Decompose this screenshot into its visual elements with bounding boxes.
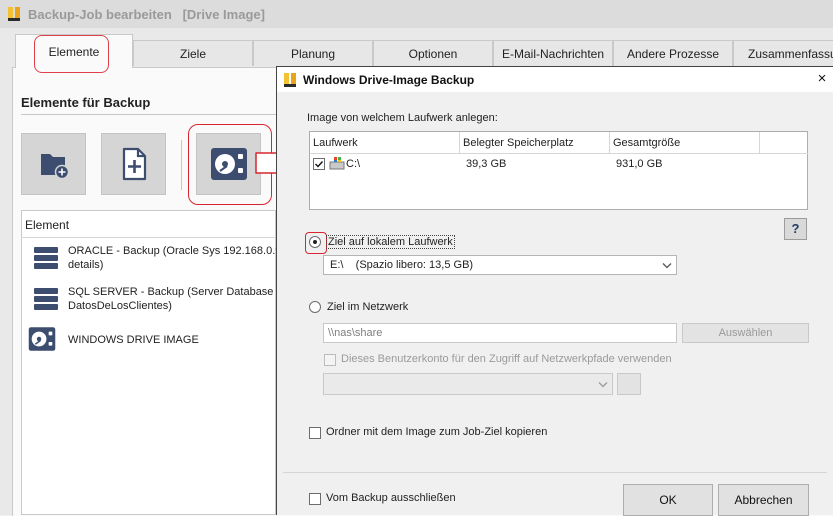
help-button[interactable]: ? — [784, 218, 807, 240]
column-header-total[interactable]: Gesamtgröße — [610, 132, 760, 154]
ok-button[interactable]: OK — [623, 484, 713, 516]
list-item-drive-image[interactable]: WINDOWS DRIVE IMAGE — [28, 322, 276, 356]
drive-image-icon — [28, 327, 56, 351]
drive-image-dialog: Windows Drive-Image Backup × Image von w… — [276, 66, 833, 516]
column-laufwerk-label: Laufwerk — [313, 137, 358, 149]
checkmark-icon — [315, 161, 324, 168]
list-item-line2: details) — [68, 259, 104, 271]
local-target-radio[interactable] — [309, 236, 321, 248]
list-item-line1: SQL SERVER - Backup (Server Database 1 - — [68, 286, 290, 298]
database-icon — [34, 247, 58, 269]
app-logo-icon — [284, 73, 296, 87]
app-logo-icon — [8, 7, 20, 21]
add-file-button[interactable] — [101, 133, 166, 195]
tab-ziele[interactable]: Ziele — [133, 40, 253, 66]
column-header-laufwerk[interactable]: Laufwerk — [310, 132, 460, 154]
close-button[interactable]: × — [813, 70, 831, 88]
instruction-label: Image von welchem Laufwerk anlegen: — [307, 112, 498, 124]
section-divider — [21, 114, 276, 115]
tab-elemente[interactable]: Elemente — [15, 34, 133, 68]
section-title: Elemente für Backup — [21, 95, 151, 110]
tab-zusammenfassung[interactable]: Zusammenfassung — [733, 40, 833, 66]
network-path-input[interactable]: \\nas\share — [323, 323, 677, 343]
tab-optionen[interactable]: Optionen — [373, 40, 493, 66]
cancel-button[interactable]: Abbrechen — [718, 484, 809, 516]
column-total-label: Gesamtgröße — [613, 137, 681, 149]
drive-used: 39,3 GB — [466, 158, 507, 170]
network-path-placeholder: \\nas\share — [328, 327, 383, 339]
list-item-oracle[interactable]: ORACLE - Backup (Oracle Sys 192.168.0.9 … — [30, 243, 281, 273]
dialog-title: Windows Drive-Image Backup — [303, 73, 475, 87]
account-options-button[interactable] — [617, 373, 641, 395]
local-drive-select[interactable]: E:\ (Spazio libero: 13,5 GB) — [323, 255, 677, 275]
network-target-label[interactable]: Ziel im Netzwerk — [327, 301, 408, 313]
copy-folder-label: Ordner mit dem Image zum Job-Ziel kopier… — [326, 426, 548, 438]
list-item-line1: WINDOWS DRIVE IMAGE — [68, 334, 199, 346]
drive-name: C:\ — [346, 158, 361, 170]
column-used-label: Belegter Speicherplatz — [463, 137, 574, 149]
drive-c-checkbox[interactable] — [313, 158, 325, 170]
network-target-radio[interactable] — [309, 301, 321, 313]
account-select[interactable] — [323, 373, 613, 395]
windows-drive-icon — [329, 157, 345, 170]
column-header-empty — [760, 132, 808, 154]
exclude-checkbox[interactable] — [309, 493, 321, 505]
list-header[interactable]: Element — [21, 211, 275, 238]
column-element-label: Element — [25, 218, 70, 232]
local-drive-value: E:\ (Spazio libero: 13,5 GB) — [330, 259, 474, 271]
use-account-checkbox[interactable] — [324, 354, 336, 366]
tab-andere-prozesse[interactable]: Andere Prozesse — [613, 40, 733, 66]
dialog-divider — [283, 472, 827, 473]
exclude-label: Vom Backup ausschließen — [326, 492, 456, 504]
folder-add-icon — [40, 154, 69, 180]
browse-button[interactable]: Auswählen — [682, 323, 809, 343]
chevron-down-icon — [598, 382, 608, 388]
list-item-sqlserver[interactable]: SQL SERVER - Backup (Server Database 1 -… — [30, 284, 289, 314]
list-item-line1: ORACLE - Backup (Oracle Sys 192.168.0.9 — [68, 245, 282, 257]
toolbar-separator — [181, 140, 182, 190]
window-title: Backup-Job bearbeiten [Drive Image] — [28, 7, 265, 22]
radio-dot — [313, 240, 317, 244]
tab-planung[interactable]: Planung — [253, 40, 373, 66]
drive-total: 931,0 GB — [616, 158, 663, 170]
copy-folder-checkbox[interactable] — [309, 427, 321, 439]
use-account-label: Dieses Benutzerkonto für den Zugriff auf… — [341, 353, 672, 365]
tab-email[interactable]: E-Mail-Nachrichten — [493, 40, 613, 66]
local-target-label[interactable]: Ziel auf lokalem Laufwerk — [326, 235, 455, 249]
add-folder-button[interactable] — [21, 133, 86, 195]
chevron-down-icon — [662, 263, 672, 269]
drive-table: Laufwerk Belegter Speicherplatz Gesamtgr… — [309, 131, 808, 210]
file-add-icon — [122, 147, 146, 181]
database-icon — [34, 288, 58, 310]
column-header-used[interactable]: Belegter Speicherplatz — [460, 132, 610, 154]
list-item-line2: DatosDeLosClientes) — [68, 300, 172, 312]
